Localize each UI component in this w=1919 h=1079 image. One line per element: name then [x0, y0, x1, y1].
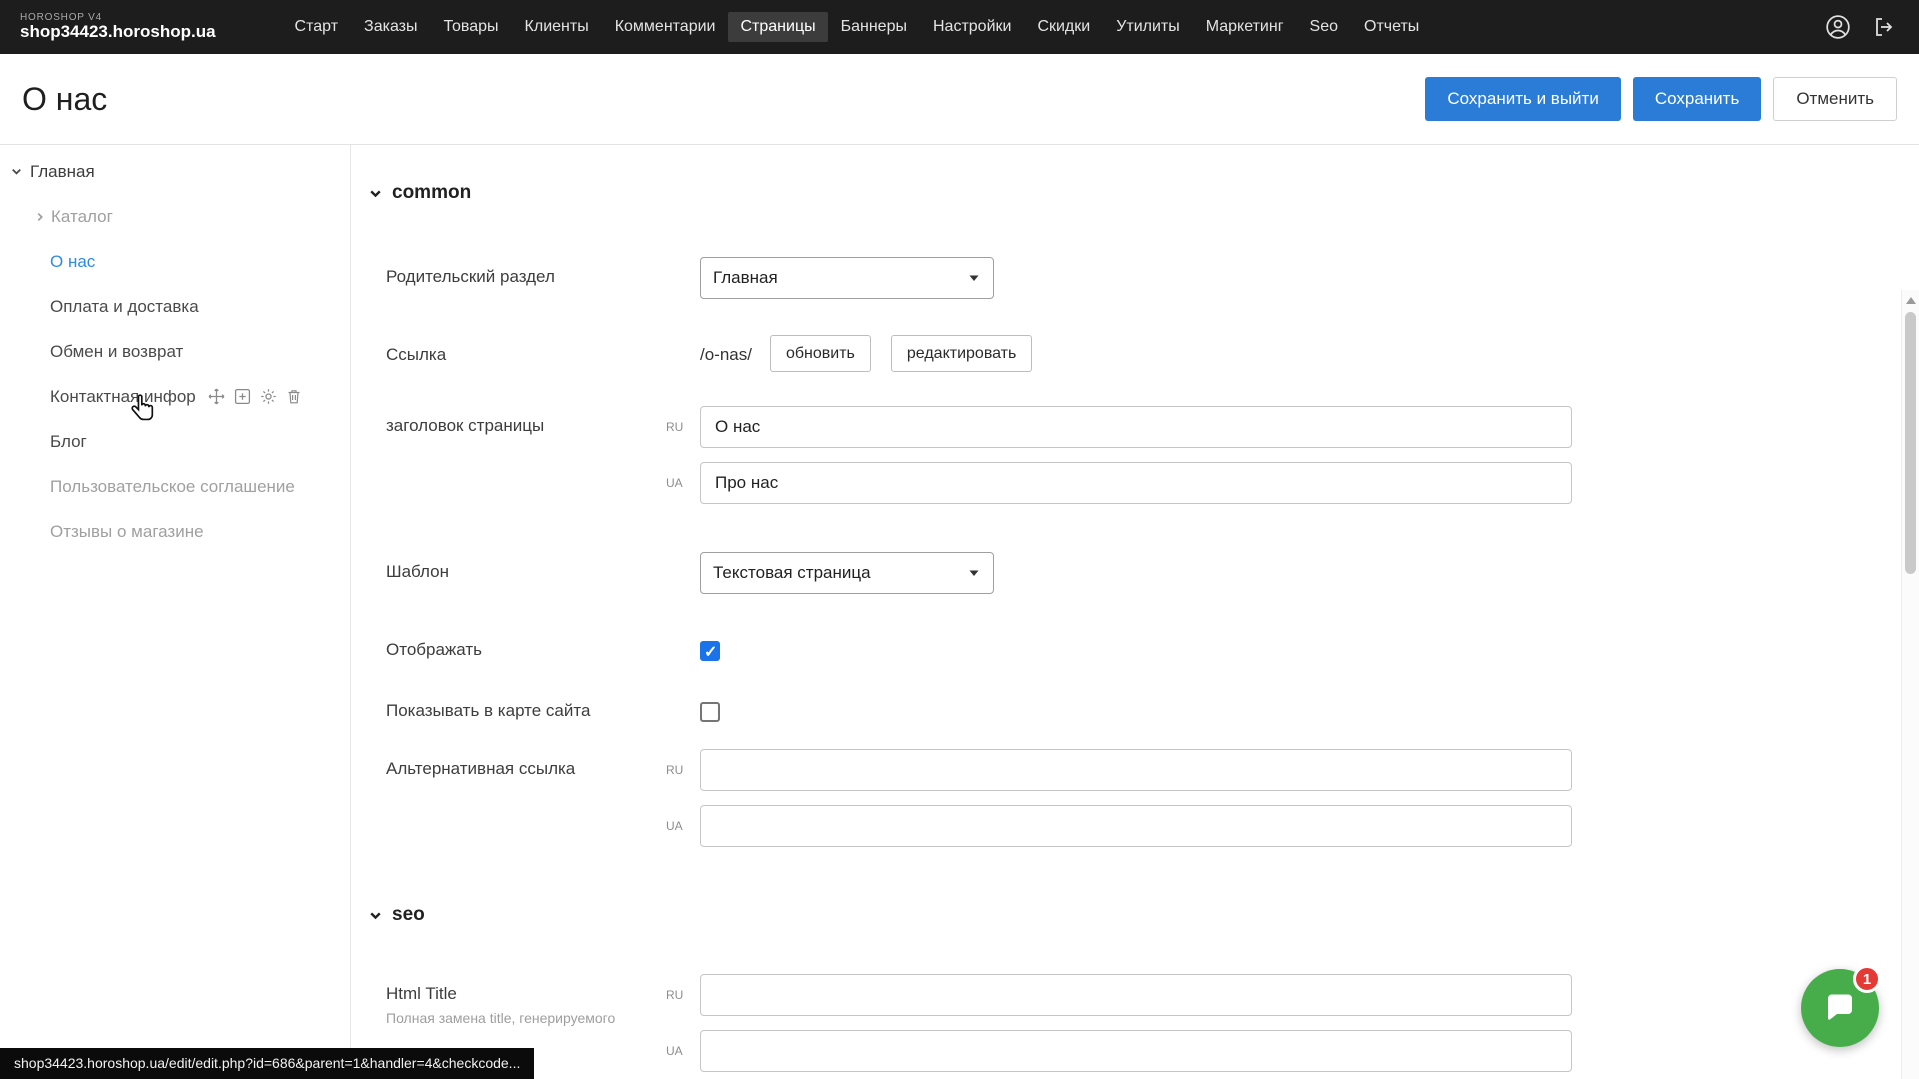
link-edit-button[interactable]: редактировать — [891, 335, 1032, 372]
lang-ua-badge: UA — [666, 476, 700, 490]
page-heading-ua-input[interactable] — [700, 462, 1572, 504]
nav-utilities[interactable]: Утилиты — [1103, 0, 1193, 54]
save-and-exit-button[interactable]: Сохранить и выйти — [1425, 77, 1620, 121]
chevron-down-icon — [368, 908, 383, 923]
alt-link-label: Альтернативная ссылка — [386, 749, 666, 847]
sidebar-item-kontaktnaya-infor[interactable]: Контактная инфор — [0, 374, 350, 419]
chevron-right-icon[interactable] — [34, 211, 46, 223]
nav-discounts[interactable]: Скидки — [1024, 0, 1103, 54]
link-label: Ссылка — [386, 335, 666, 372]
chat-unread-badge: 1 — [1853, 965, 1881, 993]
section-common-toggle[interactable]: common — [351, 181, 1919, 205]
scrollbar-up-arrow[interactable] — [1906, 297, 1916, 304]
link-refresh-button[interactable]: обновить — [770, 335, 871, 372]
nav-settings[interactable]: Настройки — [920, 0, 1024, 54]
scrollbar-thumb[interactable] — [1905, 312, 1916, 574]
sidebar-item-o-nas[interactable]: О нас — [0, 239, 350, 284]
settings-gear-icon[interactable] — [260, 388, 277, 405]
nav-marketing[interactable]: Маркетинг — [1193, 0, 1297, 54]
template-label: Шаблон — [386, 552, 666, 594]
chevron-down-icon — [967, 566, 981, 580]
lang-ru-badge: RU — [666, 988, 700, 1002]
drag-move-icon[interactable] — [208, 388, 225, 405]
logout-icon[interactable] — [1871, 14, 1897, 40]
chevron-down-icon[interactable] — [10, 165, 23, 178]
vertical-scrollbar[interactable] — [1901, 290, 1919, 1079]
nav-reports[interactable]: Отчеты — [1351, 0, 1432, 54]
nav-products[interactable]: Товары — [431, 0, 512, 54]
lang-ru-badge: RU — [666, 763, 700, 777]
chevron-down-icon — [368, 186, 383, 201]
page-edit-form: common Родительский раздел Главная Ссылк… — [351, 145, 1919, 1079]
lang-ru-badge: RU — [666, 420, 700, 434]
sitemap-label: Показывать в карте сайта — [386, 691, 666, 722]
nav-banners[interactable]: Баннеры — [828, 0, 920, 54]
sitemap-checkbox[interactable] — [700, 702, 720, 722]
nav-seo[interactable]: Seo — [1297, 0, 1351, 54]
alt-link-ua-input[interactable] — [700, 805, 1572, 847]
nav-orders[interactable]: Заказы — [351, 0, 430, 54]
status-url-tooltip: shop34423.horoshop.ua/edit/edit.php?id=6… — [0, 1048, 534, 1079]
chevron-down-icon — [967, 271, 981, 285]
pages-tree-sidebar: Главная Каталог О нас Оплата и доставка … — [0, 145, 351, 1079]
template-select[interactable]: Текстовая страница — [700, 552, 994, 594]
cancel-button[interactable]: Отменить — [1773, 77, 1897, 121]
display-label: Отображать — [386, 630, 666, 661]
app-logo[interactable]: HOROSHOP V4 shop34423.horoshop.ua — [20, 13, 216, 41]
shop-domain-label: shop34423.horoshop.ua — [20, 23, 216, 41]
page-title: О нас — [22, 81, 107, 118]
alt-link-ru-input[interactable] — [700, 749, 1572, 791]
nav-comments[interactable]: Комментарии — [602, 0, 729, 54]
nav-pages[interactable]: Страницы — [728, 0, 827, 54]
delete-trash-icon[interactable] — [286, 388, 302, 405]
lang-ua-badge: UA — [666, 1044, 700, 1058]
sidebar-item-obmen-vozvrat[interactable]: Обмен и возврат — [0, 329, 350, 374]
topbar: HOROSHOP V4 shop34423.horoshop.ua Старт … — [0, 0, 1919, 54]
sidebar-item-blog[interactable]: Блог — [0, 419, 350, 464]
section-seo-toggle[interactable]: seo — [351, 903, 1919, 927]
page-heading-label: заголовок страницы — [386, 406, 666, 504]
page-heading-ru-input[interactable] — [700, 406, 1572, 448]
html-title-ua-input[interactable] — [700, 1030, 1572, 1072]
sidebar-item-katalog[interactable]: Каталог — [0, 194, 350, 239]
lang-ua-badge: UA — [666, 819, 700, 833]
link-path-value: /o-nas/ — [700, 343, 752, 365]
sidebar-item-polzovatelskoe[interactable]: Пользовательское соглашение — [0, 464, 350, 509]
account-icon[interactable] — [1825, 14, 1851, 40]
nav-start[interactable]: Старт — [282, 0, 351, 54]
chat-bubble-icon — [1822, 990, 1858, 1026]
add-page-icon[interactable] — [234, 388, 251, 405]
sidebar-item-glavnaya[interactable]: Главная — [0, 149, 350, 194]
display-checkbox[interactable] — [700, 641, 720, 661]
parent-section-select[interactable]: Главная — [700, 257, 994, 299]
nav-clients[interactable]: Клиенты — [512, 0, 602, 54]
chat-widget[interactable]: 1 — [1801, 969, 1879, 1047]
top-navigation: Старт Заказы Товары Клиенты Комментарии … — [282, 0, 1433, 54]
page-header: О нас Сохранить и выйти Сохранить Отмени… — [0, 54, 1919, 144]
parent-section-label: Родительский раздел — [386, 257, 666, 299]
sidebar-item-oplata-dostavka[interactable]: Оплата и доставка — [0, 284, 350, 329]
sidebar-item-otzyvy[interactable]: Отзывы о магазине — [0, 509, 350, 554]
html-title-hint: Полная замена title, генерируемого — [386, 1010, 666, 1028]
save-button[interactable]: Сохранить — [1633, 77, 1761, 121]
html-title-ru-input[interactable] — [700, 974, 1572, 1016]
